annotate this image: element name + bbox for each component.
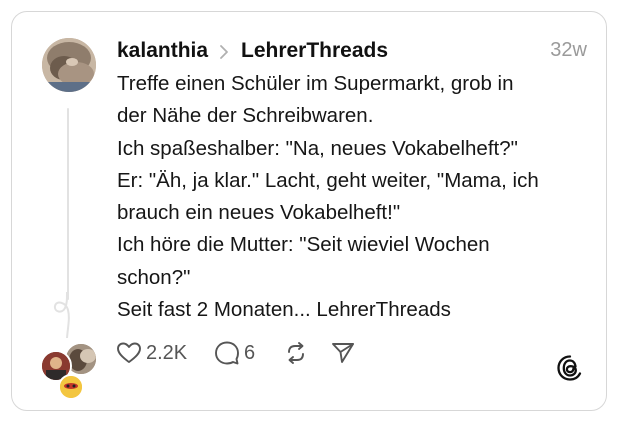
reply-button[interactable]: 6 <box>214 338 255 368</box>
comment-icon <box>215 341 239 365</box>
heart-icon <box>117 342 141 363</box>
post-header: kalanthia LehrerThreads 32w <box>117 36 587 68</box>
send-icon <box>332 343 354 363</box>
like-count: 2.2K <box>146 341 188 364</box>
author-username[interactable]: kalanthia <box>117 39 208 63</box>
post-actions: 2.2K 6 <box>116 338 586 368</box>
share-button[interactable] <box>330 338 356 368</box>
repost-icon <box>288 342 304 364</box>
post-text-line: Seit fast 2 Monaten... LehrerThreads <box>117 298 451 322</box>
reply-avatar <box>58 374 84 400</box>
post-text-line: schon?" <box>117 265 191 289</box>
threads-logo-icon[interactable] <box>556 354 584 382</box>
reply-avatars[interactable] <box>38 340 102 400</box>
post-text-line: brauch ein neues Vokabelheft!" <box>117 201 401 225</box>
post-text-line: der Nähe der Schreibwaren. <box>117 104 374 128</box>
post-text-line: Treffe einen Schüler im Supermarkt, grob… <box>117 72 514 95</box>
community-name[interactable]: LehrerThreads <box>241 39 388 63</box>
post-text-line: Ich höre die Mutter: "Seit wieviel Woche… <box>117 233 490 257</box>
post-timestamp[interactable]: 32w <box>550 39 587 62</box>
post-text-line: Er: "Äh, ja klar." Lacht, geht weiter, "… <box>117 168 539 192</box>
like-button[interactable]: 2.2K <box>116 338 187 368</box>
post-body: Treffe einen Schüler im Supermarkt, grob… <box>117 68 587 326</box>
thread-loop-icon <box>53 292 70 338</box>
post-text-line: Ich spaßeshalber: "Na, neues Vokabelheft… <box>117 136 518 160</box>
repost-button[interactable] <box>284 338 308 368</box>
avatar-image <box>42 38 96 92</box>
thread-connector-line <box>67 108 69 300</box>
chevron-right-icon <box>220 45 228 59</box>
reply-count: 6 <box>244 341 256 364</box>
author-avatar[interactable] <box>42 38 96 92</box>
